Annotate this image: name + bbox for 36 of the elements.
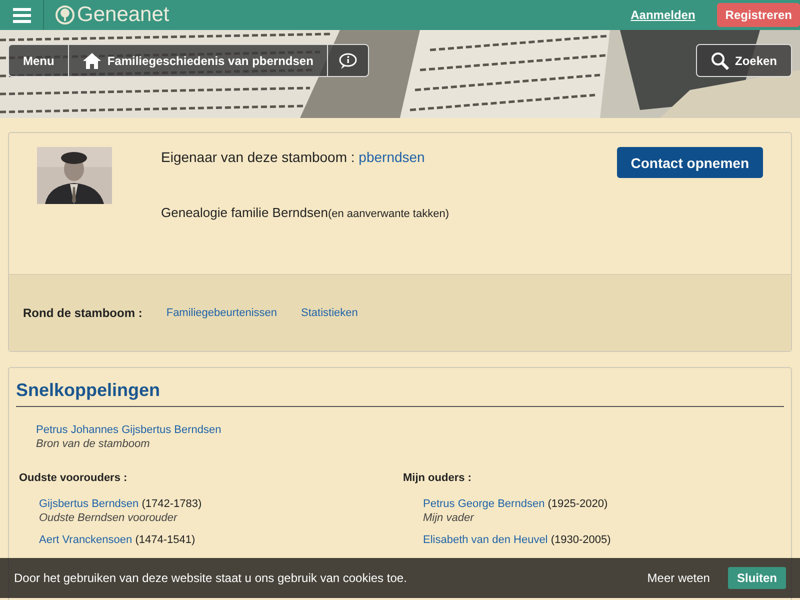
person-link[interactable]: Petrus George Berndsen xyxy=(423,498,545,510)
tree-description: Genealogie familie Berndsen xyxy=(161,205,328,220)
login-link[interactable]: Aanmelden xyxy=(630,8,696,22)
around-link[interactable]: Familiegebeurtenissen xyxy=(166,307,278,319)
column-heading: Mijn ouders : xyxy=(403,472,472,484)
person-years: (1925-2020) xyxy=(548,498,608,510)
info-icon[interactable] xyxy=(327,44,370,77)
section-title: Snelkoppelingen xyxy=(16,368,784,407)
person-role: Oudste Berndsen voorouder xyxy=(39,512,178,524)
contact-button[interactable]: Contact opnemen xyxy=(616,147,763,178)
register-button[interactable]: Registreren xyxy=(717,3,800,27)
owner-link[interactable]: pberndsen xyxy=(358,149,425,165)
around-label: Rond de stamboom : xyxy=(23,306,142,320)
tree-logo-icon xyxy=(55,5,75,25)
description-note: (en aanverwante takken) xyxy=(328,208,450,220)
person-link[interactable]: Elisabeth van den Heuvel xyxy=(423,534,548,546)
person-link[interactable]: Gijsbertus Berndsen xyxy=(39,498,139,510)
person-link[interactable]: Petrus Johannes Gijsbertus Berndsen xyxy=(36,424,222,436)
column-heading: Oudste voorouders : xyxy=(19,472,128,484)
person-years: (1930-2005) xyxy=(550,534,611,546)
owner-text: Eigenaar van deze stamboom : pberndsen xyxy=(161,149,426,165)
logo-text[interactable]: Geneanet xyxy=(77,3,170,27)
person-role: Mijn vader xyxy=(423,512,476,524)
more-info-link[interactable]: Meer weten xyxy=(647,571,710,585)
person-role: Bron van de stamboom xyxy=(36,438,151,450)
person-link[interactable]: Aert Vranckensoen xyxy=(39,534,132,546)
cookie-text: Door het gebruiken van deze website staat u ons gebruik van cookies toe. xyxy=(14,571,407,585)
tree-title-button[interactable]: Familiegeschiedenis van pberndsen xyxy=(69,44,328,77)
search-button[interactable]: Zoeken xyxy=(696,44,792,77)
person-years: (1742-1783) xyxy=(142,498,202,510)
search-icon xyxy=(710,52,729,70)
person-years: (1474-1541) xyxy=(135,534,196,546)
close-button[interactable]: Sluiten xyxy=(728,567,786,589)
around-link[interactable]: Statistieken xyxy=(301,307,358,319)
home-icon xyxy=(83,52,102,68)
menu-button[interactable]: Menu xyxy=(8,44,70,77)
